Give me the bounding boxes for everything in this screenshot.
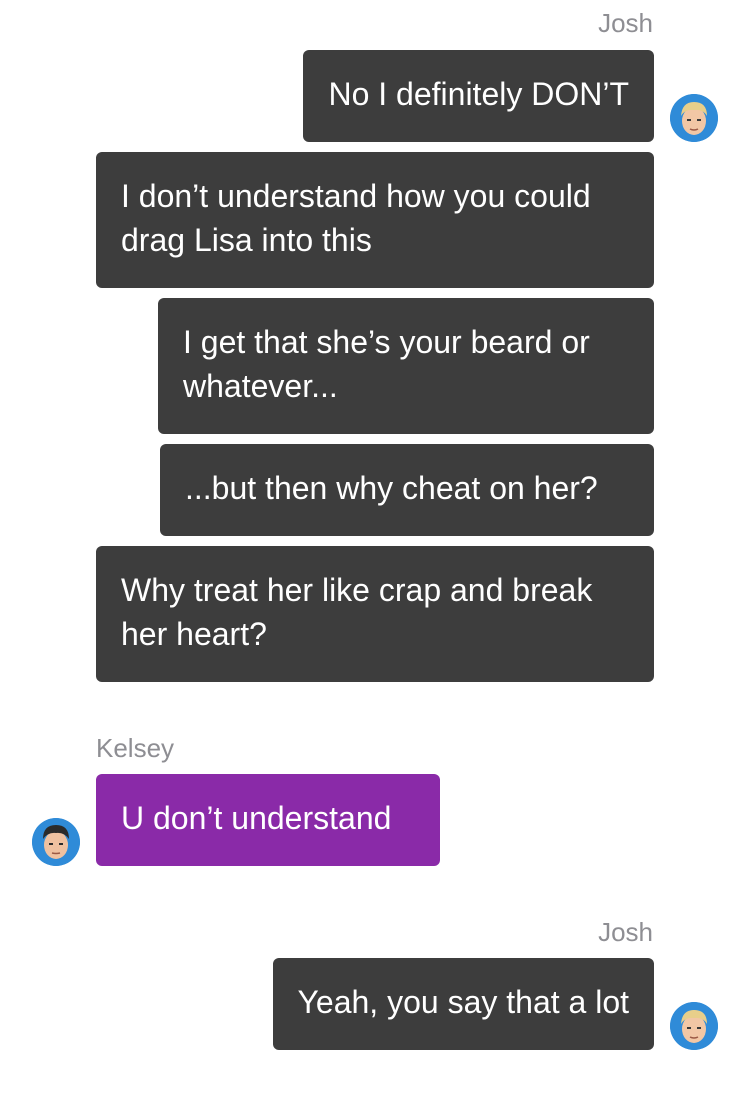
message-bubble[interactable]: I don’t understand how you could drag Li… <box>96 152 654 288</box>
message-bubble[interactable]: I get that she’s your beard or whatever.… <box>158 298 654 434</box>
message-bubble[interactable]: ...but then why cheat on her? <box>160 444 654 536</box>
sender-name-josh: Josh <box>598 8 653 38</box>
message-bubble[interactable]: U don’t understand <box>96 774 440 866</box>
josh-avatar-icon[interactable] <box>670 94 718 142</box>
message-bubble[interactable]: Yeah, you say that a lot <box>272 958 654 1050</box>
josh-avatar-icon[interactable] <box>670 1002 718 1050</box>
message-bubble[interactable]: No I definitely DON’T <box>303 50 654 142</box>
sender-name-josh: Josh <box>598 917 653 947</box>
message-bubble[interactable]: Why treat her like crap and break her he… <box>96 546 654 682</box>
sender-name-kelsey: Kelsey <box>96 733 175 763</box>
kelsey-avatar-icon[interactable] <box>32 818 80 866</box>
